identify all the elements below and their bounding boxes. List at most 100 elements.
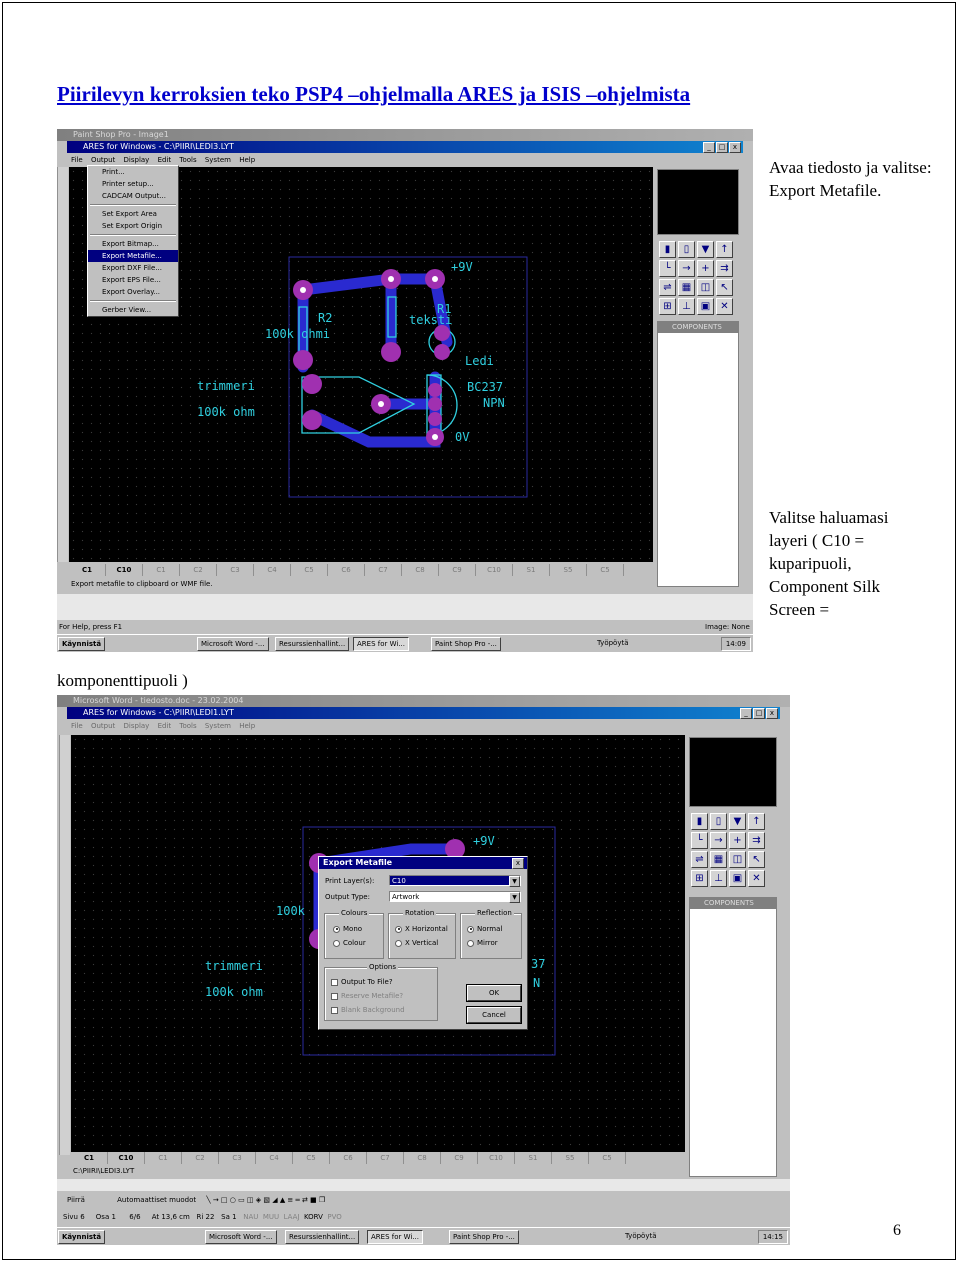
tool-icon[interactable]: ▼ (729, 813, 746, 830)
checkbox-reserve-metafile[interactable]: Reserve Metafile? (331, 992, 403, 1000)
dialog-close-button[interactable]: x (512, 858, 524, 869)
menu-display[interactable]: Display (124, 156, 150, 164)
menu-item-export-eps[interactable]: Export EPS File... (88, 274, 178, 286)
menu-item-printer-setup[interactable]: Printer setup... (88, 178, 178, 190)
left-scrollbar[interactable] (57, 167, 68, 562)
layer-tab[interactable]: C8 (404, 1152, 441, 1164)
window-buttons[interactable]: _ □ x (740, 708, 778, 719)
ares-menubar[interactable]: File Output Display Edit Tools System He… (71, 720, 261, 732)
tool-icon[interactable]: ✕ (716, 298, 733, 315)
radio-normal[interactable]: Normal (467, 925, 502, 933)
layer-tab[interactable]: C10 (478, 1152, 515, 1164)
tool-icon[interactable]: ▣ (729, 870, 746, 887)
taskbar-paintshop[interactable]: Paint Shop Pro -... (449, 1230, 519, 1244)
menu-system[interactable]: System (205, 722, 231, 730)
tool-icon[interactable]: ▮ (691, 813, 708, 830)
layer-tab[interactable]: C2 (180, 564, 217, 576)
taskbar-ares[interactable]: ARES for Wi... (353, 637, 409, 651)
tool-icon[interactable]: ⇉ (748, 832, 765, 849)
layer-tab[interactable]: C2 (182, 1152, 219, 1164)
layer-tab[interactable]: C10 (476, 564, 513, 576)
tool-icon[interactable]: ▣ (697, 298, 714, 315)
checkbox-output-to-file[interactable]: Output To File? (331, 978, 393, 986)
menu-item-export-metafile[interactable]: Export Metafile... (88, 250, 178, 262)
menu-display[interactable]: Display (124, 722, 150, 730)
layer-tab[interactable]: C10 (108, 1152, 145, 1164)
menu-help[interactable]: Help (239, 156, 255, 164)
layer-tab[interactable]: C6 (328, 564, 365, 576)
radio-icon[interactable] (467, 939, 474, 947)
chevron-down-icon[interactable]: ▼ (509, 876, 520, 887)
radio-mirror[interactable]: Mirror (467, 939, 498, 947)
menu-system[interactable]: System (205, 156, 231, 164)
overview-preview[interactable] (689, 737, 777, 807)
radio-icon[interactable] (333, 925, 340, 933)
radio-colour[interactable]: Colour (333, 939, 366, 947)
tool-icon[interactable]: ▼ (697, 241, 714, 258)
checkbox-icon[interactable] (331, 978, 338, 986)
taskbar-desktop-label[interactable]: Työpöytä (625, 1231, 657, 1241)
layer-selector-bar[interactable]: C1 C10 C1 C2 C3 C4 C5 C6 C7 C8 C9 C10 S1… (71, 1152, 685, 1164)
tool-icon[interactable]: └ (691, 832, 708, 849)
layer-tab[interactable]: S5 (552, 1152, 589, 1164)
layer-tab[interactable]: S5 (550, 564, 587, 576)
components-list[interactable]: COMPONENTS (657, 321, 739, 587)
menu-file[interactable]: File (71, 722, 83, 730)
output-type-select[interactable]: Artwork ▼ (389, 891, 521, 903)
radio-icon[interactable] (395, 925, 402, 933)
taskbar-word[interactable]: Microsoft Word -... (205, 1230, 277, 1244)
layer-tab[interactable]: C7 (365, 564, 402, 576)
tool-icon[interactable]: └ (659, 260, 676, 277)
layer-tab[interactable]: C1 (145, 1152, 182, 1164)
menu-item-export-dxf[interactable]: Export DXF File... (88, 262, 178, 274)
word-draw-toolbar[interactable]: Piirrä Automaattiset muodot ╲ → □ ○ ▭ ◫ … (67, 1195, 325, 1205)
layer-tab[interactable]: C5 (291, 564, 328, 576)
autoshapes-menu[interactable]: Automaattiset muodot (117, 1196, 196, 1204)
tool-icon[interactable]: → (678, 260, 695, 277)
tool-icon[interactable]: ⊥ (710, 870, 727, 887)
file-menu-dropdown[interactable]: Print... Printer setup... CADCAM Output.… (87, 165, 179, 317)
layer-tab[interactable]: S1 (515, 1152, 552, 1164)
taskbar-desktop-label[interactable]: Työpöytä (597, 638, 629, 648)
layer-tab[interactable]: C5 (293, 1152, 330, 1164)
menu-help[interactable]: Help (239, 722, 255, 730)
tool-icon[interactable]: ◫ (697, 279, 714, 296)
tool-icon[interactable]: ↖ (716, 279, 733, 296)
ok-button[interactable]: OK (467, 985, 521, 1001)
menu-item-gerber-view[interactable]: Gerber View... (88, 304, 178, 316)
layer-tab[interactable]: C4 (256, 1152, 293, 1164)
menu-item-export-overlay[interactable]: Export Overlay... (88, 286, 178, 298)
taskbar-word[interactable]: Microsoft Word -... (197, 637, 269, 651)
layer-tab[interactable]: C1 (69, 564, 106, 576)
layer-selector-bar[interactable]: C1 C10 C1 C2 C3 C4 C5 C6 C7 C8 C9 C10 S1… (69, 564, 653, 576)
taskbar-explorer[interactable]: Resurssienhallint... (275, 637, 350, 651)
radio-x-horizontal[interactable]: X Horizontal (395, 925, 448, 933)
components-list[interactable]: COMPONENTS (689, 897, 777, 1177)
radio-mono[interactable]: Mono (333, 925, 362, 933)
menu-edit[interactable]: Edit (158, 156, 172, 164)
menu-item-cadcam[interactable]: CADCAM Output... (88, 190, 178, 202)
menu-output[interactable]: Output (91, 722, 115, 730)
draw-shape-icons[interactable]: ╲ → □ ○ ▭ ◫ ◈ ▧ ◢ ▲ ≡ ═ ⇄ ■ ❒ (206, 1196, 325, 1204)
layer-tab[interactable]: C3 (219, 1152, 256, 1164)
layer-tab[interactable]: C7 (367, 1152, 404, 1164)
tool-icon[interactable]: ⊞ (659, 298, 676, 315)
tool-icon[interactable]: ↑ (716, 241, 733, 258)
tool-icon[interactable]: ⇌ (691, 851, 708, 868)
cancel-button[interactable]: Cancel (467, 1007, 521, 1023)
menu-tools[interactable]: Tools (179, 156, 196, 164)
radio-x-vertical[interactable]: X Vertical (395, 939, 438, 947)
tool-icon[interactable]: → (710, 832, 727, 849)
layer-tab[interactable]: C9 (441, 1152, 478, 1164)
checkbox-icon[interactable] (331, 1006, 338, 1014)
tool-icon[interactable]: ◫ (729, 851, 746, 868)
radio-icon[interactable] (395, 939, 402, 947)
tool-icon[interactable]: ↖ (748, 851, 765, 868)
tool-icon[interactable]: ⇌ (659, 279, 676, 296)
taskbar-paintshop[interactable]: Paint Shop Pro -... (431, 637, 501, 651)
radio-icon[interactable] (467, 925, 474, 933)
overview-preview[interactable] (657, 169, 739, 235)
tool-icon[interactable]: ↑ (748, 813, 765, 830)
menu-item-print[interactable]: Print... (88, 166, 178, 178)
tool-icon[interactable]: ▮ (659, 241, 676, 258)
